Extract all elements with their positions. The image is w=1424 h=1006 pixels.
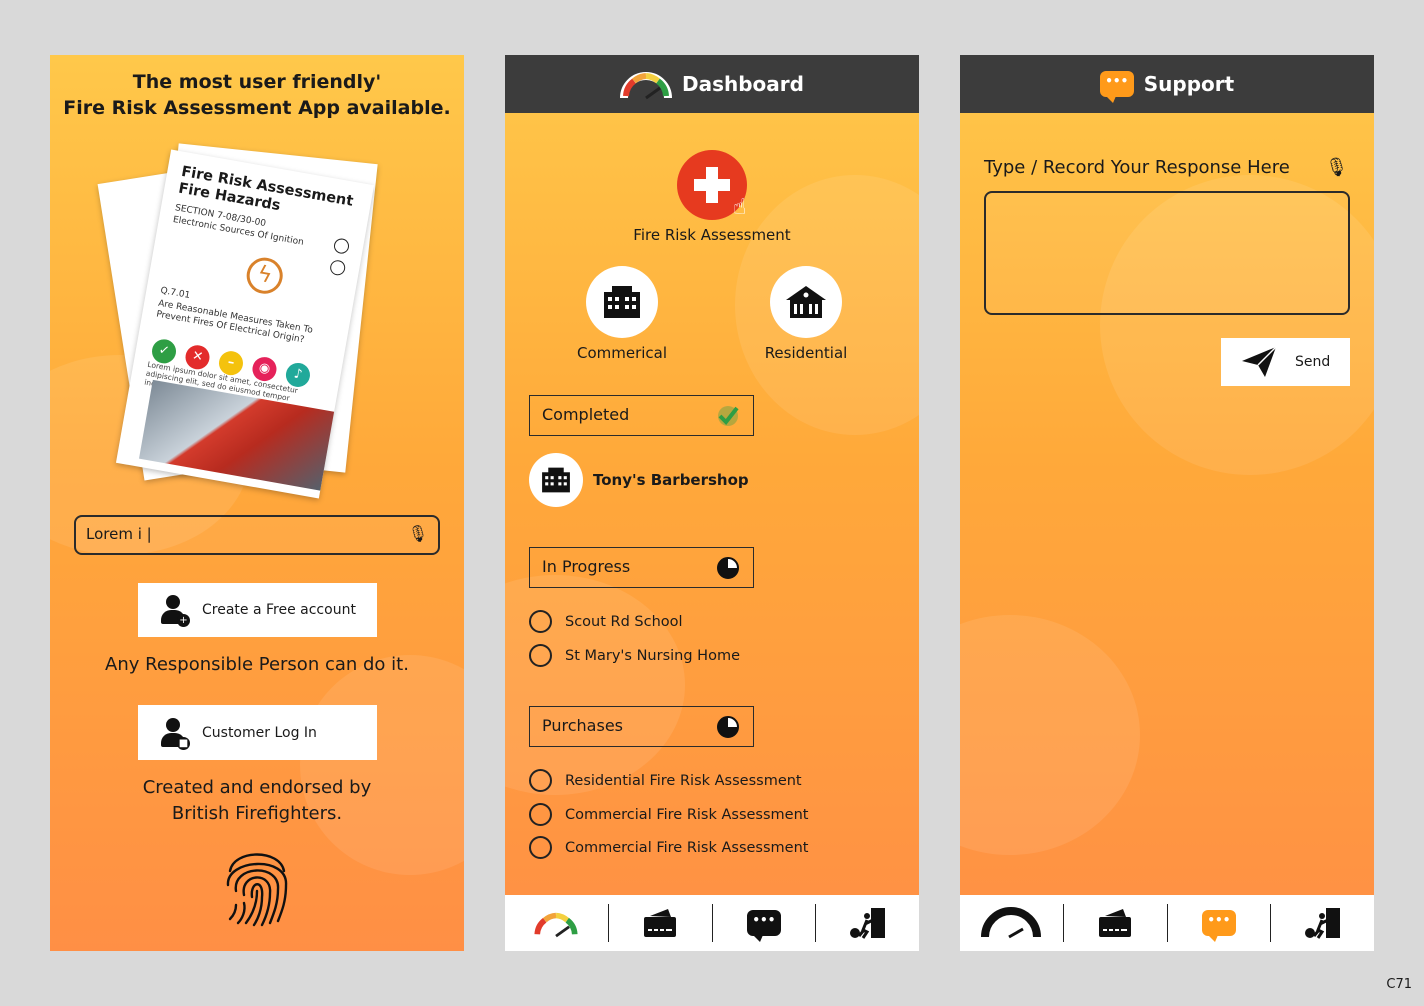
nav-dashboard[interactable] bbox=[960, 904, 1064, 942]
doc-checkbox bbox=[328, 259, 347, 277]
completed-item[interactable]: Tony's Barbershop bbox=[529, 453, 749, 507]
search-input[interactable]: Lorem i | 🎙 bbox=[74, 515, 440, 555]
checkmark-icon bbox=[718, 406, 739, 426]
purchases-label: Purchases bbox=[542, 716, 623, 735]
dashboard-header: Dashboard bbox=[505, 55, 919, 113]
purchases-section-header[interactable]: Purchases bbox=[529, 706, 754, 747]
endorsed-line-1: Created and endorsed by bbox=[142, 777, 372, 798]
building-icon bbox=[542, 467, 570, 493]
bottom-nav: ••• bbox=[505, 895, 919, 951]
pointer-hand-icon: ☝ bbox=[733, 195, 747, 220]
bg-blob bbox=[505, 575, 685, 795]
assessment-doc-illustration: Fire Risk Assessment Fire Hazards SECTIO… bbox=[97, 143, 386, 503]
headline-line-2: Fire Risk Assessment App available. bbox=[63, 97, 451, 119]
support-title: Support bbox=[1143, 72, 1235, 96]
building-avatar bbox=[529, 453, 583, 507]
wallet-card-icon bbox=[644, 909, 677, 937]
radio-button[interactable] bbox=[529, 836, 552, 859]
responsible-person-text: Any Responsible Person can do it. bbox=[105, 654, 409, 675]
create-account-button[interactable]: + Create a Free account bbox=[138, 583, 377, 637]
login-screen: The most user friendly' Fire Risk Assess… bbox=[50, 55, 464, 951]
endorsed-line-2: British Firefighters. bbox=[171, 803, 343, 824]
fire-exit-icon bbox=[1304, 908, 1340, 939]
in-progress-label: In Progress bbox=[542, 557, 631, 576]
purchase-item-label: Commercial Fire Risk Assessment bbox=[565, 806, 809, 823]
endorsed-text: Created and endorsed by British Firefigh… bbox=[50, 775, 464, 827]
radio-button[interactable] bbox=[529, 610, 552, 633]
nav-support[interactable]: ••• bbox=[1168, 904, 1272, 942]
in-progress-item[interactable]: Scout Rd School bbox=[529, 610, 683, 633]
radio-button[interactable] bbox=[529, 769, 552, 792]
response-textarea[interactable] bbox=[984, 191, 1350, 315]
bg-blob bbox=[960, 615, 1140, 855]
chat-icon: ••• bbox=[1099, 71, 1134, 103]
dashboard-title: Dashboard bbox=[682, 72, 804, 96]
microphone-icon: ♪ bbox=[284, 361, 312, 389]
purchase-item-label: Residential Fire Risk Assessment bbox=[565, 772, 802, 789]
purchase-item[interactable]: Residential Fire Risk Assessment bbox=[529, 769, 802, 792]
support-header: ••• Support bbox=[960, 55, 1374, 113]
bg-blob bbox=[300, 655, 464, 875]
headline: The most user friendly' Fire Risk Assess… bbox=[50, 69, 464, 121]
send-label: Send bbox=[1295, 354, 1331, 370]
headline-line-1: The most user friendly' bbox=[132, 71, 382, 93]
completed-item-label: Tony's Barbershop bbox=[593, 471, 749, 489]
search-input-value: Lorem i | bbox=[86, 525, 152, 543]
purchase-item[interactable]: Commercial Fire Risk Assessment bbox=[529, 836, 808, 859]
response-prompt: Type / Record Your Response Here bbox=[984, 157, 1290, 178]
dashboard-screen: Dashboard ☝ Fire Risk Assessment Commeri… bbox=[505, 55, 919, 951]
completed-label: Completed bbox=[542, 405, 630, 424]
purchase-item-label: Commercial Fire Risk Assessment bbox=[565, 839, 809, 856]
in-progress-section-header[interactable]: In Progress bbox=[529, 547, 754, 588]
customer-login-label: Customer Log In bbox=[202, 724, 317, 741]
radio-button[interactable] bbox=[529, 803, 552, 826]
commercial-button[interactable] bbox=[586, 266, 658, 338]
completed-section-header[interactable]: Completed bbox=[529, 395, 754, 436]
pie-chart-icon bbox=[717, 716, 739, 738]
in-progress-item-label: Scout Rd School bbox=[565, 613, 683, 630]
microphone-icon[interactable]: 🎙 bbox=[1325, 157, 1348, 178]
chat-icon: ••• bbox=[746, 910, 781, 942]
add-user-icon: + bbox=[160, 595, 190, 627]
minus-icon: – bbox=[217, 349, 245, 378]
support-screen: ••• Support Type / Record Your Response … bbox=[960, 55, 1374, 951]
fra-label: Fire Risk Assessment bbox=[633, 226, 791, 244]
pie-chart-icon bbox=[717, 557, 739, 579]
chat-icon: ••• bbox=[1201, 910, 1236, 942]
residential-button[interactable] bbox=[770, 266, 842, 338]
building-icon bbox=[604, 286, 640, 318]
nav-purchases[interactable] bbox=[1064, 904, 1168, 942]
commercial-label: Commerical bbox=[576, 344, 668, 362]
gauge-icon bbox=[620, 72, 672, 100]
send-button[interactable]: Send bbox=[1221, 338, 1350, 386]
gauge-icon bbox=[534, 912, 578, 938]
nav-exit[interactable] bbox=[816, 904, 919, 942]
customer-login-button[interactable]: ■ Customer Log In bbox=[138, 705, 377, 760]
residential-label: Residential bbox=[764, 344, 848, 362]
microphone-icon[interactable]: 🎙 bbox=[408, 524, 428, 543]
nav-purchases[interactable] bbox=[609, 904, 713, 942]
slide-code: C71 bbox=[1386, 977, 1412, 992]
house-icon bbox=[786, 286, 826, 318]
fire-exit-icon bbox=[849, 908, 885, 939]
camera-icon: ◉ bbox=[250, 355, 279, 383]
radio-button[interactable] bbox=[529, 644, 552, 667]
cross-icon: ✕ bbox=[183, 343, 212, 372]
paper-plane-icon bbox=[1242, 346, 1277, 377]
fingerprint-icon[interactable] bbox=[224, 841, 290, 927]
create-account-label: Create a Free account bbox=[202, 602, 356, 618]
lightning-icon: ϟ bbox=[243, 254, 286, 297]
bottom-nav: ••• bbox=[960, 895, 1374, 951]
check-icon: ✓ bbox=[150, 337, 178, 366]
in-progress-item-label: St Mary's Nursing Home bbox=[565, 647, 740, 664]
nav-exit[interactable] bbox=[1271, 904, 1374, 942]
gauge-icon bbox=[981, 907, 1042, 939]
user-lock-icon: ■ bbox=[160, 717, 190, 750]
wallet-card-icon bbox=[1099, 909, 1132, 937]
nav-support[interactable]: ••• bbox=[713, 904, 817, 942]
plus-icon bbox=[694, 167, 730, 203]
nav-dashboard[interactable] bbox=[505, 904, 609, 942]
purchase-item[interactable]: Commercial Fire Risk Assessment bbox=[529, 803, 808, 826]
in-progress-item[interactable]: St Mary's Nursing Home bbox=[529, 644, 740, 667]
